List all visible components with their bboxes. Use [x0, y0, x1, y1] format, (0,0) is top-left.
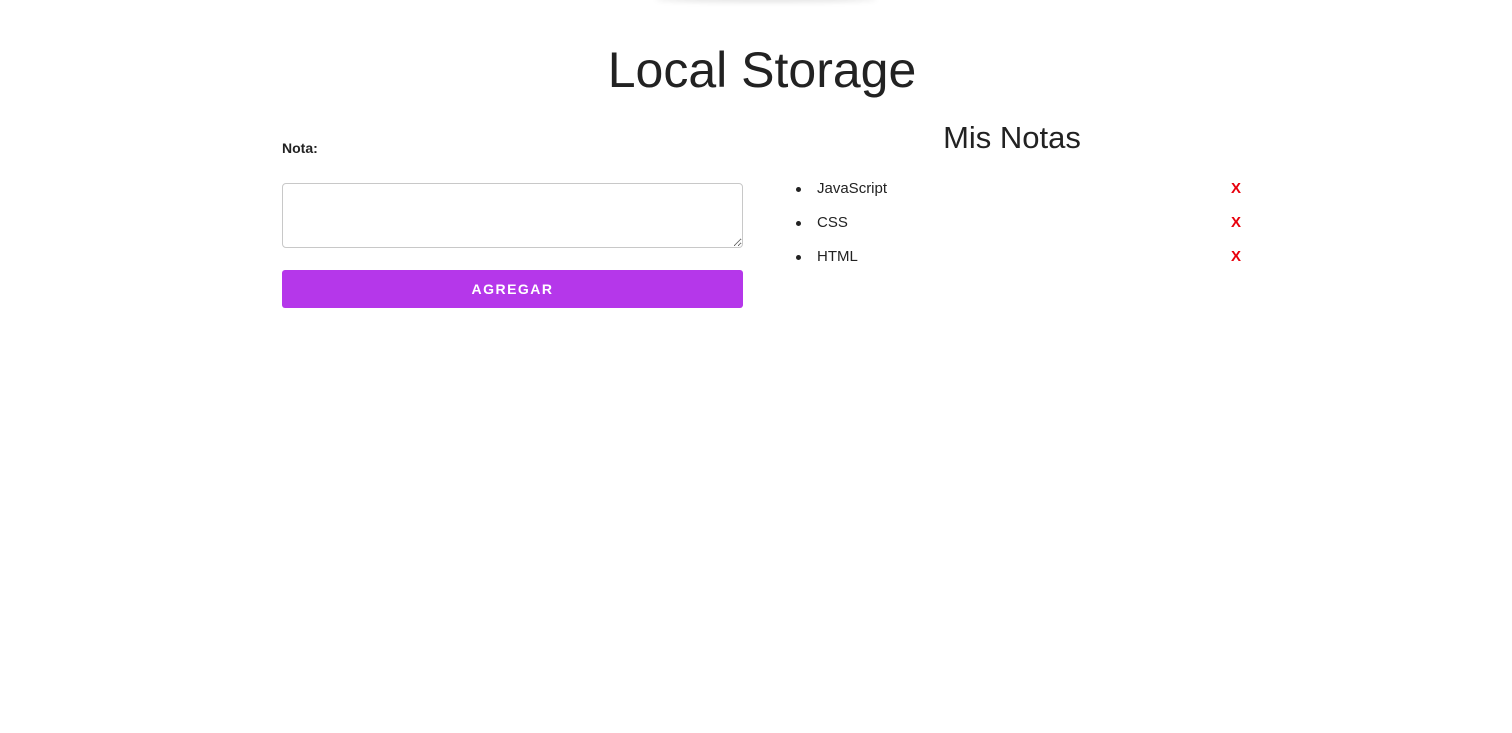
list-item: JavaScript X — [790, 172, 1250, 206]
agregar-button[interactable]: AGREGAR — [282, 270, 743, 308]
delete-note-button[interactable]: X — [1231, 172, 1241, 206]
list-item: CSS X — [790, 206, 1250, 240]
note-form: Nota: AGREGAR — [282, 130, 743, 308]
bullet-icon — [796, 221, 801, 226]
note-text: JavaScript — [817, 180, 888, 197]
nota-label: Nota: — [282, 140, 318, 156]
bullet-icon — [796, 187, 801, 192]
note-text: CSS — [817, 214, 848, 231]
notes-section: Mis Notas JavaScript X CSS X HTML X — [790, 115, 1250, 265]
list-item: HTML X — [790, 240, 1250, 274]
nota-textarea[interactable] — [282, 183, 743, 248]
bullet-icon — [796, 255, 801, 260]
notes-list: JavaScript X CSS X HTML X — [790, 172, 1250, 274]
note-text: HTML — [817, 248, 858, 265]
delete-note-button[interactable]: X — [1231, 240, 1241, 274]
delete-note-button[interactable]: X — [1231, 206, 1241, 240]
page-title: Local Storage — [607, 42, 917, 98]
notes-title: Mis Notas — [943, 120, 1081, 155]
